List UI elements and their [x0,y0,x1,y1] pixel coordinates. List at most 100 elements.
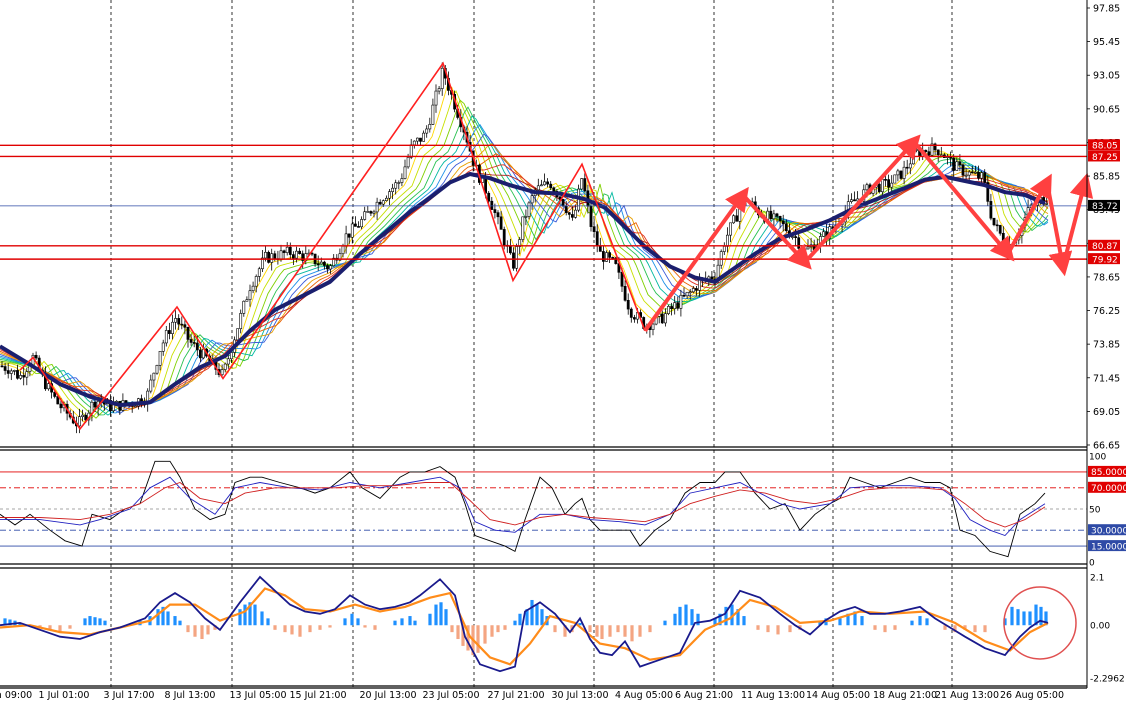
candle-body [598,245,602,252]
macd-bar [860,616,864,626]
candle-body [1045,203,1049,205]
macd-bar [318,625,322,630]
price-tick-label: 66.65 [1093,441,1120,452]
macd-tick-label: -2.2962 [1090,675,1125,685]
candle-body [0,365,4,368]
candle-body [360,219,364,228]
candle-body [698,279,701,291]
candle-body [536,185,540,191]
macd-bar [678,606,682,626]
candle-body [992,217,996,226]
candle-body [288,246,292,255]
candle-body [22,375,26,378]
price-tick-label: 73.85 [1093,340,1120,351]
candle-body [729,222,732,236]
macd-bar [530,599,534,626]
level-label-83.72: 83.72 [1092,202,1118,212]
macd-bar [413,620,417,626]
candle-body [186,327,190,340]
candle-body [236,328,240,341]
candle-body [257,268,261,277]
candle-body [369,211,373,214]
candle-body [375,201,379,213]
candle-body [670,306,674,309]
candle-body [521,216,525,240]
macd-bar [434,604,438,626]
candle-body [961,164,965,176]
macd-bar [973,625,977,633]
chart-svg: n 09:00 1 Jul 01:00 3 Jul 17:00 8 Jul 13:00… [0,0,1126,703]
macd-bar [328,625,332,628]
macd-bar [663,620,667,626]
candle-body [291,254,295,259]
x-tick-label: 23 Jul 05:00 [423,690,480,701]
candle-body [781,220,785,225]
x-tick-label: n 09:00 [0,690,32,701]
macd-bar [788,625,792,633]
candle-body [270,253,274,263]
candle-body [589,205,593,227]
osc-tick-label: 100 [1089,453,1106,463]
candle-body [388,191,391,199]
candle-body [543,181,546,186]
candle-body [152,372,156,381]
candle-body [936,149,940,156]
trading-chart: n 09:00 1 Jul 01:00 3 Jul 17:00 8 Jul 13:00… [0,0,1126,703]
candle-body [896,170,900,176]
macd-bar [200,625,204,640]
candle-body [865,184,869,191]
candle-body [341,246,345,255]
x-tick-label: 15 Jul 21:00 [290,690,347,701]
macd-bar [742,616,746,626]
candle-body [90,401,94,414]
candle-body [806,246,810,250]
candle-body [958,161,962,166]
candle-body [440,67,444,89]
candle-body [784,223,788,232]
candle-body [682,294,686,297]
candle-body [676,302,680,309]
candle-body [924,149,928,152]
macd-bar [588,625,592,633]
candle-body [298,250,302,255]
macd-bar [444,609,448,626]
candle-body [326,265,329,270]
macd-bar [918,616,922,626]
candle-body [279,250,283,260]
candle-body [273,253,277,259]
candle-body [6,370,10,374]
macd-bar [393,620,397,626]
candle-body [778,215,782,222]
macd-bar [838,618,842,626]
candle-body [632,317,636,320]
candle-body [567,212,571,215]
candle-body [189,339,193,343]
level-label-87.25: 87.25 [1092,153,1118,163]
candle-body [245,299,249,302]
macd-bar [260,611,264,626]
macd-bar [343,618,347,626]
candle-body [381,200,385,205]
candle-body [409,144,413,158]
candle-body [415,137,419,142]
macd-bar [925,618,929,626]
macd-bar [766,625,770,633]
candle-body [84,414,88,421]
candle-body [431,104,435,125]
candle-body [685,291,689,297]
candle-body [530,195,534,204]
macd-bar [553,625,557,633]
candle-body [967,171,971,176]
candle-body [384,197,388,201]
x-tick-label: 30 Jul 13:00 [552,690,609,701]
candle-body [927,151,931,156]
candle-body [425,128,429,134]
macd-bar [756,625,760,630]
candle-body [719,251,723,266]
candle-body [180,323,184,326]
candle-body [725,234,729,247]
candle-body [620,272,624,287]
candle-body [171,321,174,334]
candle-body [977,171,980,179]
candle-body [183,324,187,328]
